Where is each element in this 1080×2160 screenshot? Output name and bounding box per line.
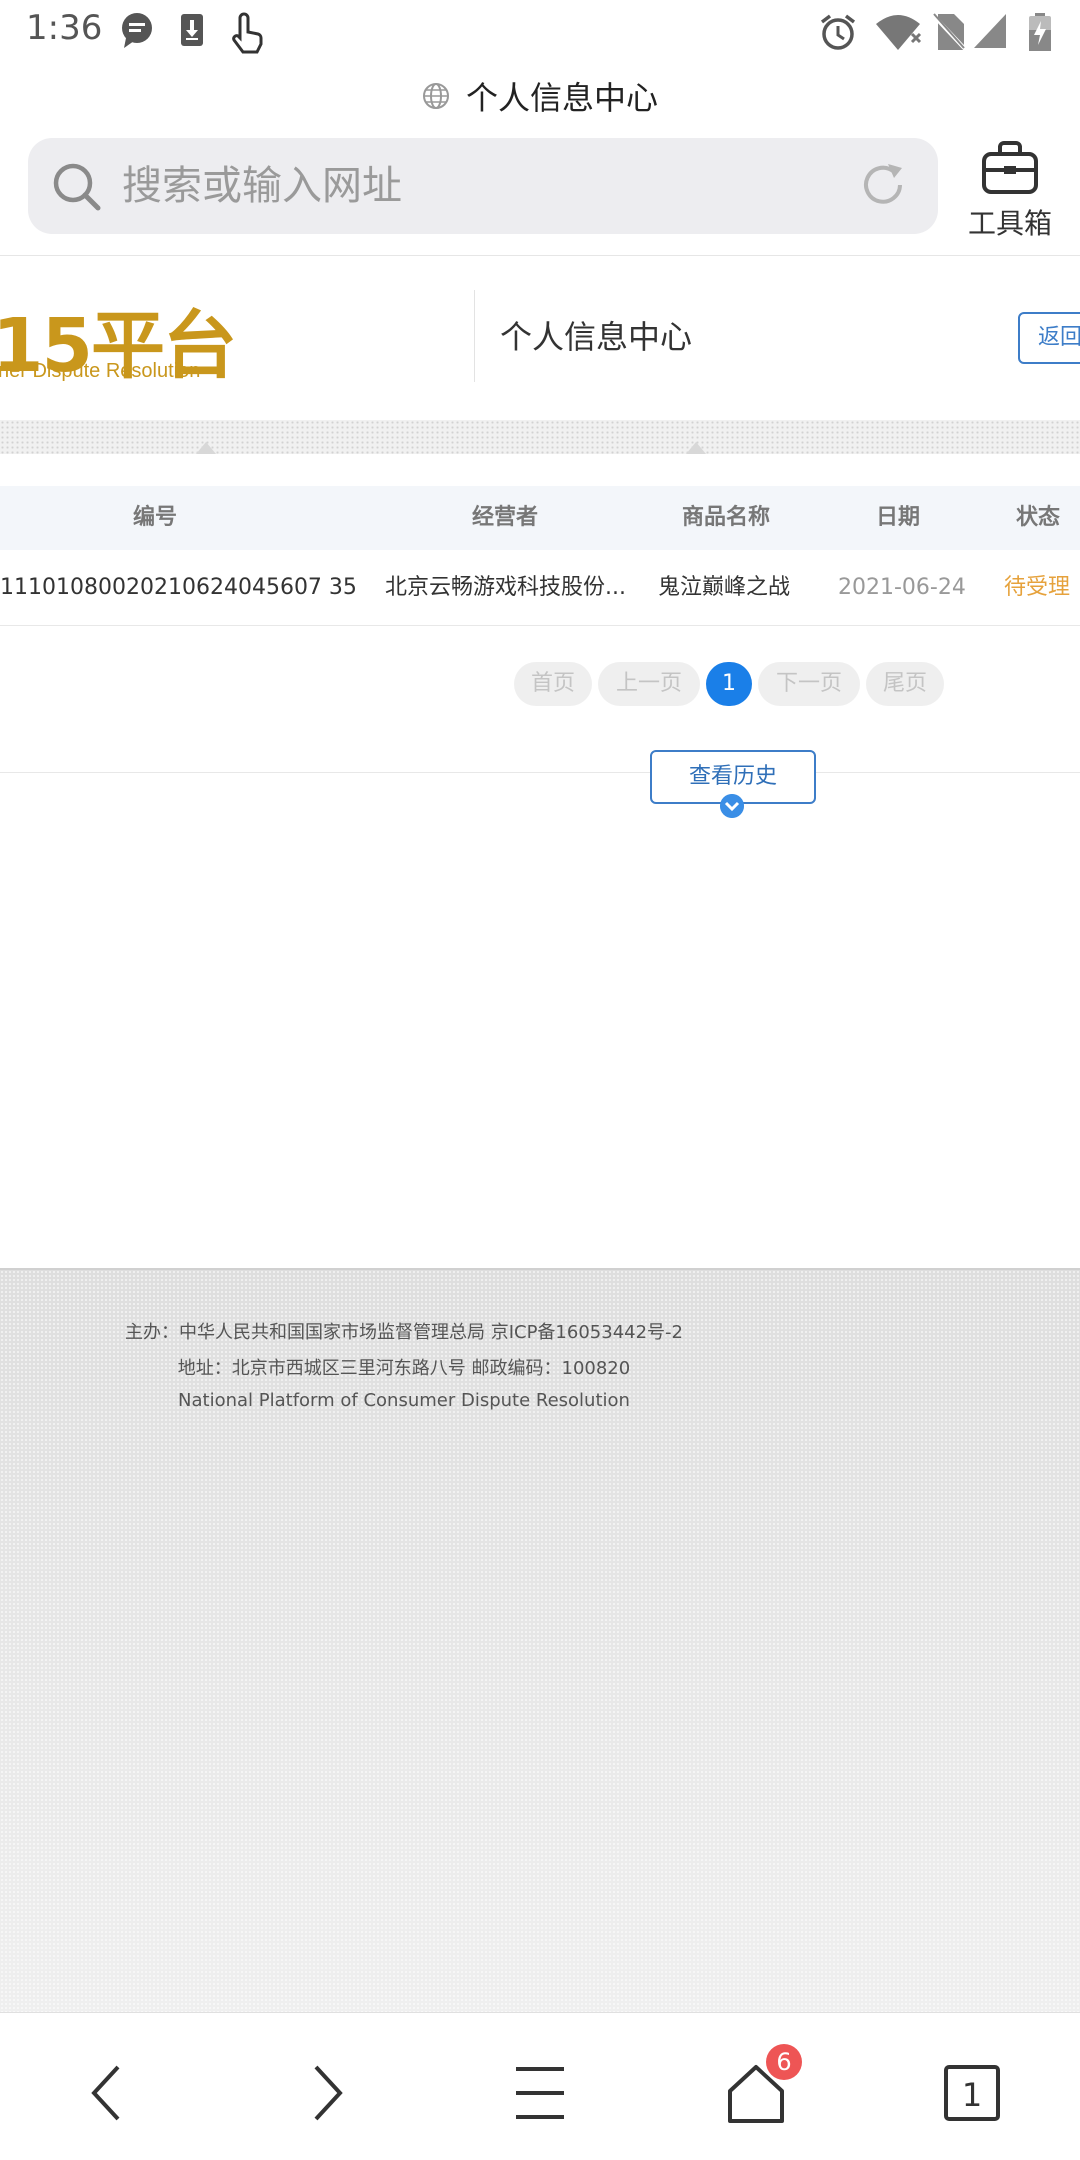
table-row[interactable]: 11101080020210624045607 35 北京云畅游戏科技股份...…	[0, 550, 1080, 626]
menu-icon[interactable]	[500, 2053, 580, 2133]
reload-icon[interactable]	[858, 160, 908, 210]
back-arrow-icon[interactable]	[68, 2053, 148, 2133]
page-title: 个人信息中心	[465, 79, 658, 117]
chat-bubble-icon	[122, 13, 152, 48]
chevron-down-icon[interactable]	[720, 794, 744, 818]
first-page-button[interactable]: 首页	[514, 662, 592, 706]
content-divider	[0, 772, 1080, 773]
band-marker	[686, 442, 706, 454]
alarm-icon	[820, 14, 856, 50]
address-bar[interactable]	[28, 138, 938, 234]
toolbox-icon	[982, 141, 1038, 194]
footer-sponsor: 主办：中华人民共和国国家市场监督管理总局 京ICP备16053442号-2	[124, 1322, 683, 1343]
column-header-status: 状态	[1015, 505, 1060, 530]
cell-operator: 北京云畅游戏科技股份...	[385, 575, 626, 600]
back-button[interactable]: 返回	[1018, 312, 1080, 364]
touch-hand-icon	[232, 12, 263, 54]
home-badge: 6	[766, 2044, 802, 2080]
no-sim-icon	[932, 12, 966, 52]
search-icon	[53, 163, 101, 211]
tabs-icon[interactable]: 1	[932, 2053, 1012, 2133]
globe-icon	[422, 83, 449, 109]
pagination: 首页 上一页 1 下一页 尾页	[0, 662, 1080, 706]
header-divider	[474, 290, 475, 382]
search-input[interactable]	[122, 138, 842, 234]
table-header: 编号 经营者 商品名称 日期 状态	[0, 486, 1080, 550]
cell-id[interactable]: 11101080020210624045607 35	[0, 550, 370, 626]
cell-signal-icon	[974, 14, 1006, 48]
footer-platform-name: National Platform of Consumer Dispute Re…	[178, 1390, 630, 1411]
status-bar: 1:36	[0, 0, 1080, 62]
tabs-count: 1	[962, 2076, 982, 2114]
toolbox-label: 工具箱	[967, 207, 1052, 240]
site-header: 15平台 ner Dispute Resolution 个人信息中心 返回	[0, 256, 1080, 420]
wifi-icon	[876, 15, 922, 50]
column-header-date: 日期	[875, 505, 920, 530]
browser-bottom-nav: 1	[0, 2012, 1080, 2160]
site-footer: 主办：中华人民共和国国家市场监督管理总局 京ICP备16053442号-2 地址…	[0, 1268, 1080, 2012]
download-icon	[181, 14, 203, 46]
column-header-product: 商品名称	[681, 505, 770, 530]
column-header-operator: 经营者	[471, 505, 538, 530]
last-page-button[interactable]: 尾页	[866, 662, 944, 706]
battery-charging-icon	[1029, 13, 1051, 51]
band-marker	[196, 442, 216, 454]
column-header-id: 编号	[132, 505, 177, 530]
browser-page-title: 个人信息中心	[0, 72, 1080, 120]
current-page-button[interactable]: 1	[706, 662, 752, 706]
cell-status: 待受理	[1004, 575, 1071, 600]
status-time: 1:36	[26, 8, 103, 48]
header-title: 个人信息中心	[500, 318, 693, 356]
prev-page-button[interactable]: 上一页	[598, 662, 700, 706]
next-page-button[interactable]: 下一页	[758, 662, 860, 706]
site-logo-subtitle: ner Dispute Resolution	[0, 360, 201, 382]
toolbox-button[interactable]: 工具箱	[960, 138, 1060, 240]
forward-arrow-icon[interactable]	[286, 2053, 366, 2133]
dotted-band	[0, 420, 1080, 454]
cell-date: 2021-06-24	[838, 575, 966, 600]
cell-product: 鬼泣巅峰之战	[658, 575, 791, 600]
footer-address: 地址：北京市西城区三里河东路八号 邮政编码：100820	[177, 1358, 631, 1379]
cell-id-text: 11101080020210624045607 35	[0, 575, 357, 600]
